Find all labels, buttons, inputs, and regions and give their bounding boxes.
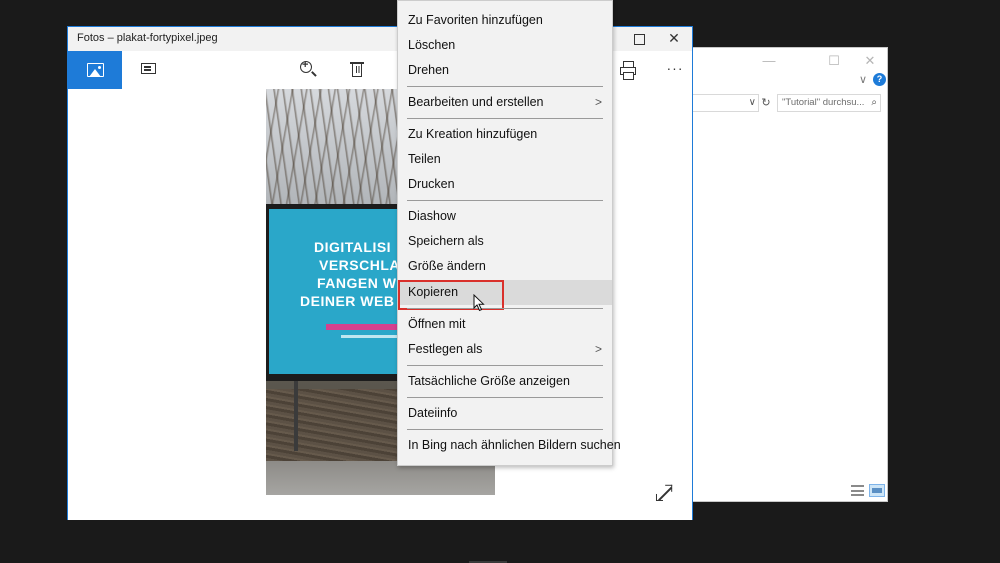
menu-item-delete[interactable]: Löschen [398, 33, 612, 58]
menu-item-actual-size[interactable]: Tatsächliche Größe anzeigen [398, 369, 612, 394]
delete-button[interactable] [346, 59, 368, 81]
billboard-text-line: DIGITALISI [314, 239, 392, 255]
menu-item-label: In Bing nach ähnlichen Bildern suchen [408, 438, 621, 452]
menu-item-set-as[interactable]: Festlegen als > [398, 337, 612, 362]
menu-item-label: Löschen [408, 38, 456, 52]
menu-item-label: Größe ändern [408, 259, 486, 273]
menu-item-label: Drehen [408, 63, 449, 77]
curb [266, 461, 495, 495]
explorer-minimize-button[interactable]: — [756, 52, 782, 70]
search-placeholder: "Tutorial" durchsu... [782, 97, 865, 108]
menu-item-label: Dateiinfo [408, 406, 458, 420]
search-icon[interactable]: ⌕ [871, 95, 877, 111]
explorer-maximize-button[interactable]: ☐ [821, 52, 847, 70]
slideshow-icon [141, 63, 156, 74]
submenu-chevron-icon: > [594, 95, 602, 109]
explorer-close-button[interactable]: ✕ [857, 52, 883, 70]
help-icon[interactable]: ? [873, 73, 886, 86]
menu-item-print[interactable]: Drucken [398, 172, 612, 197]
more-options-button[interactable]: ··· [664, 59, 686, 81]
menu-separator [407, 365, 603, 366]
menu-item-share[interactable]: Teilen [398, 147, 612, 172]
maximize-button[interactable] [631, 30, 647, 46]
collection-button[interactable] [68, 51, 122, 89]
menu-item-bing-similar-images[interactable]: In Bing nach ähnlichen Bildern suchen [398, 433, 621, 458]
file-explorer-window: — ☐ ✕ ∨ ? ∨ ↻ "Tutorial" durchsu... ⌕ [660, 47, 888, 502]
menu-item-label: Festlegen als [408, 342, 483, 356]
menu-item-open-with[interactable]: Öffnen mit [398, 312, 612, 337]
photo-icon [87, 63, 104, 77]
expand-icon [658, 486, 672, 501]
billboard-text-line: DEINER WEB [300, 293, 395, 309]
menu-item-label: Drucken [408, 177, 455, 191]
billboard-text-line: FANGEN W [317, 275, 397, 291]
chevron-down-icon[interactable]: ∨ [749, 95, 756, 111]
menu-item-label: Speichern als [408, 234, 484, 248]
highlight-annotation [398, 280, 504, 310]
submenu-chevron-icon: > [594, 342, 602, 356]
menu-item-file-info[interactable]: Dateiinfo [398, 401, 612, 426]
menu-item-label: Teilen [408, 152, 441, 166]
menu-separator [407, 86, 603, 87]
menu-item-save-as[interactable]: Speichern als [398, 229, 612, 254]
menu-item-edit-and-create[interactable]: Bearbeiten und erstellen > [398, 90, 612, 115]
large-icons-view-icon[interactable] [869, 484, 885, 497]
menu-item-label: Bearbeiten und erstellen [408, 95, 544, 109]
menu-separator [407, 118, 603, 119]
menu-separator [407, 200, 603, 201]
menu-item-label: Öffnen mit [408, 317, 466, 331]
print-button[interactable] [617, 59, 639, 81]
zoom-in-button[interactable] [297, 59, 319, 81]
window-title: Fotos – plakat-fortypixel.jpeg [77, 32, 218, 44]
menu-item-label: Zu Favoriten hinzufügen [408, 13, 543, 27]
slideshow-button[interactable] [138, 59, 160, 81]
refresh-icon[interactable]: ↻ [759, 94, 773, 112]
ribbon-expand-chevron-icon[interactable]: ∨ [855, 72, 871, 88]
billboard-post [294, 381, 298, 451]
menu-separator [407, 308, 603, 309]
menu-item-slideshow[interactable]: Diashow [398, 204, 612, 229]
details-view-icon[interactable] [851, 485, 864, 496]
close-button[interactable]: ✕ [666, 28, 682, 48]
context-menu: Zu Favoriten hinzufügen Löschen Drehen B… [397, 0, 621, 466]
billboard-text-line: VERSCHLA [319, 257, 401, 273]
mouse-cursor-icon [473, 294, 485, 312]
menu-item-rotate[interactable]: Drehen [398, 58, 612, 83]
printer-icon [620, 61, 636, 80]
menu-item-label: Zu Kreation hinzufügen [408, 127, 538, 141]
address-bar[interactable]: ∨ [691, 94, 759, 112]
menu-separator [407, 429, 603, 430]
menu-separator [407, 397, 603, 398]
menu-item-label: Diashow [408, 209, 456, 223]
fullscreen-button[interactable] [656, 485, 674, 503]
menu-item-add-to-favorites[interactable]: Zu Favoriten hinzufügen [398, 8, 612, 33]
explorer-search-input[interactable]: "Tutorial" durchsu... ⌕ [777, 94, 881, 112]
zoom-in-icon [300, 59, 312, 73]
menu-item-resize[interactable]: Größe ändern [398, 254, 612, 279]
trash-icon [350, 62, 364, 77]
menu-item-add-to-creation[interactable]: Zu Kreation hinzufügen [398, 122, 612, 147]
menu-item-label: Tatsächliche Größe anzeigen [408, 374, 570, 388]
